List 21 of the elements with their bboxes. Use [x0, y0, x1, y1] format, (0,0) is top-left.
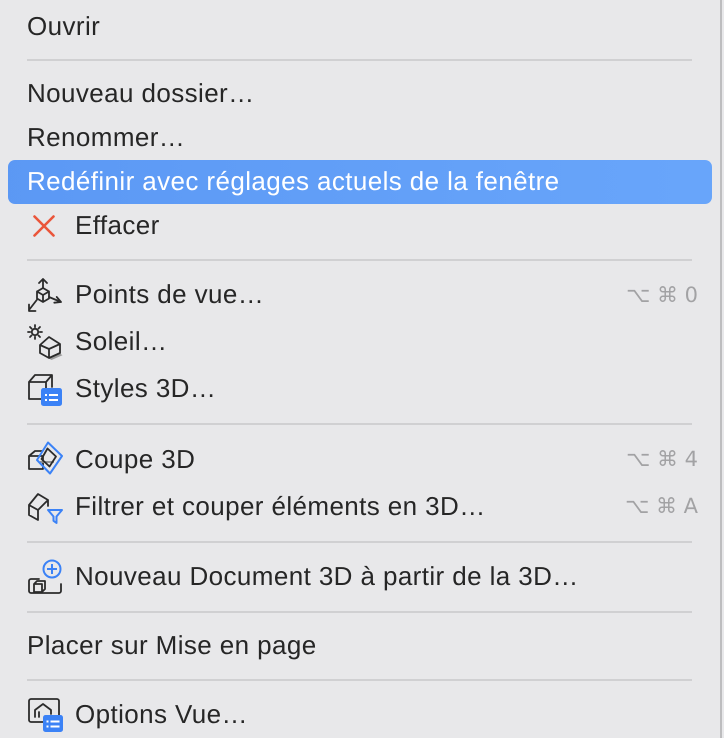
menu-item[interactable]: Filtrer et couper éléments en 3D… ⌥ ⌘ A	[8, 482, 712, 530]
menu-item[interactable]: Soleil…	[8, 318, 712, 365]
shortcut-text: ⌥ ⌘ 4	[626, 447, 698, 471]
menu-item[interactable]: Nouveau dossier…	[8, 72, 712, 116]
menu-item[interactable]: Nouveau Document 3D à partir de la 3D…	[8, 553, 712, 600]
menu-item[interactable]: Ouvrir	[8, 4, 712, 48]
menu-item[interactable]: Options Vue…	[8, 691, 712, 738]
menu-item[interactable]: Styles 3D…	[8, 365, 712, 412]
cube-arrows-icon	[27, 276, 63, 312]
shortcut-text: ⌥ ⌘ A	[625, 494, 698, 518]
menu-item[interactable]: Coupe 3D ⌥ ⌘ 4	[8, 436, 712, 482]
menu-item[interactable]: Placer sur Mise en page	[8, 624, 712, 668]
cube-section-icon	[27, 441, 63, 477]
menu-item[interactable]: Renommer…	[8, 116, 712, 160]
shortcut-text: ⌥ ⌘ 0	[626, 282, 698, 306]
menu-item[interactable]: Effacer	[8, 204, 712, 248]
sun-house-icon	[27, 324, 63, 360]
screen-list-icon	[27, 696, 63, 732]
tray-plus-icon	[27, 558, 63, 594]
cross-icon	[33, 214, 55, 236]
menu-item[interactable]: Points de vue… ⌥ ⌘ 0	[8, 271, 712, 318]
